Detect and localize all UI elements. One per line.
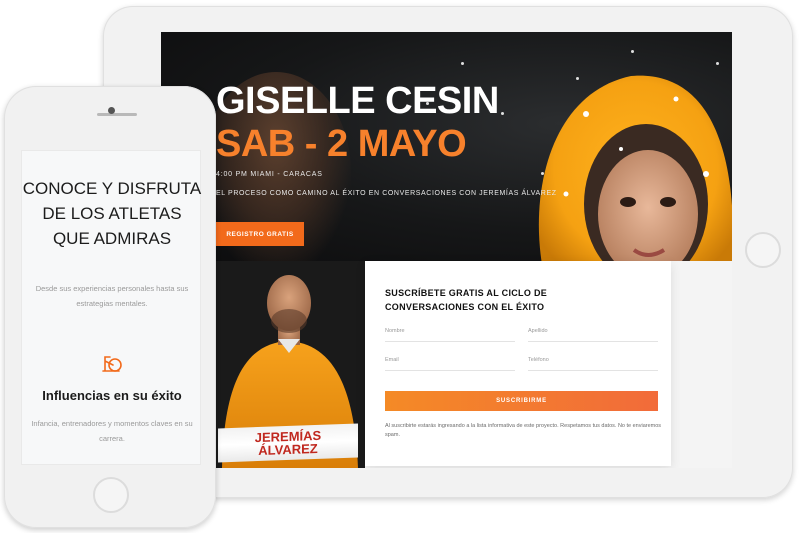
tablet-screen: GISELLE CESIN SAB - 2 MAYO 4:00 PM MIAMI… [161, 32, 732, 468]
speaker-name-label: JEREMÍAS ÁLVAREZ [218, 423, 358, 463]
email-field[interactable]: Email [385, 357, 515, 371]
phone-screen: CONOCE Y DISFRUTA DE LOS ATLETAS QUE ADM… [21, 150, 201, 465]
hero-section: GISELLE CESIN SAB - 2 MAYO 4:00 PM MIAMI… [161, 32, 732, 261]
phone-field[interactable]: Teléfono [528, 357, 658, 371]
hero-date: SAB - 2 MAYO [216, 123, 467, 165]
hero-time: 4:00 PM MIAMI - CARACAS [216, 171, 323, 178]
form-disclaimer: Al suscribirte estarás ingresando a la l… [385, 423, 662, 438]
hero-athlete-image [538, 75, 732, 261]
subscribe-button[interactable]: SUSCRIBIRME [385, 391, 658, 411]
phone-subtext: Desde sus experiencias personales hasta … [35, 284, 189, 308]
form-title: SUSCRÍBETE GRATIS AL CICLO DE CONVERSACI… [385, 288, 548, 313]
tablet-home-button [745, 232, 781, 268]
phone-home-button [93, 477, 129, 513]
exercise-bike-icon [102, 356, 122, 372]
subscribe-form: SUSCRÍBETE GRATIS AL CICLO DE CONVERSACI… [365, 261, 671, 466]
feature-title: Influencias en su éxito [42, 388, 182, 403]
speaker-card: JEREMÍAS ÁLVAREZ [212, 261, 365, 468]
lastname-field[interactable]: Apellido [528, 328, 658, 342]
snow-speck [461, 62, 464, 65]
snow-speck [501, 112, 504, 115]
name-field[interactable]: Nombre [385, 328, 515, 342]
device-mockup-stage: GISELLE CESIN SAB - 2 MAYO 4:00 PM MIAMI… [0, 0, 800, 533]
phone-heading: CONOCE Y DISFRUTA DE LOS ATLETAS QUE ADM… [22, 179, 202, 248]
hero-title: GISELLE CESIN [216, 80, 499, 122]
hero-description: EL PROCESO COMO CAMINO AL ÉXITO EN CONVE… [216, 190, 557, 197]
feature-description: Infancia, entrenadores y momentos claves… [31, 419, 193, 443]
phone-camera [108, 107, 115, 114]
register-button[interactable]: REGISTRO GRATIS [216, 222, 304, 246]
snow-speck [631, 50, 634, 53]
phone-earpiece [97, 113, 137, 116]
